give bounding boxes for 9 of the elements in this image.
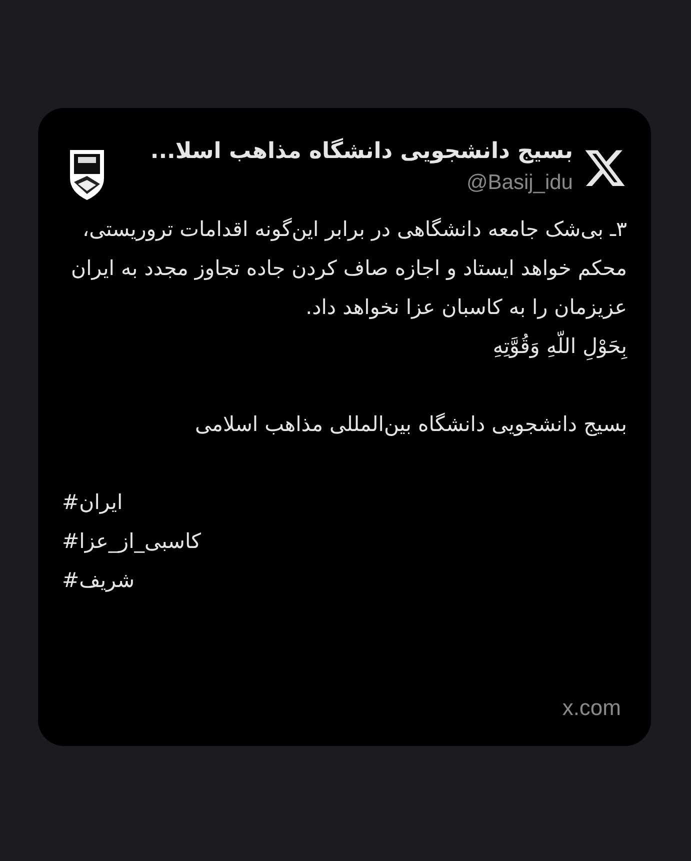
- post-text: ۳ـ بی‌شک جامعه دانشگاهی در برابر این‌گونه اقدامات تروریستی، محکم خواهد ایستاد و اجازه صاف کردن جاده تجاوز مجدد به ایران عزیزمان را به کاسبان عزا نخواهد داد.: [70, 216, 627, 321]
- source-link[interactable]: x.com: [562, 691, 627, 724]
- account-handle: @Basij_idu: [465, 170, 573, 196]
- hashtag-link[interactable]: ایران#: [62, 483, 123, 522]
- post-text: بِحَوْلِ اللّهِ وَقُوَّتِهِ: [62, 327, 627, 366]
- account-name: بسیج دانشجویی دانشگاه مذاهب اسلا...: [149, 138, 573, 166]
- signature-text: بسیج دانشجویی دانشگاه بین‌المللی مذاهب اسلامی: [194, 411, 627, 438]
- hashtag-link[interactable]: شریف#: [62, 561, 135, 600]
- hashtag-link[interactable]: کاسبی_از_عزا#: [62, 522, 201, 561]
